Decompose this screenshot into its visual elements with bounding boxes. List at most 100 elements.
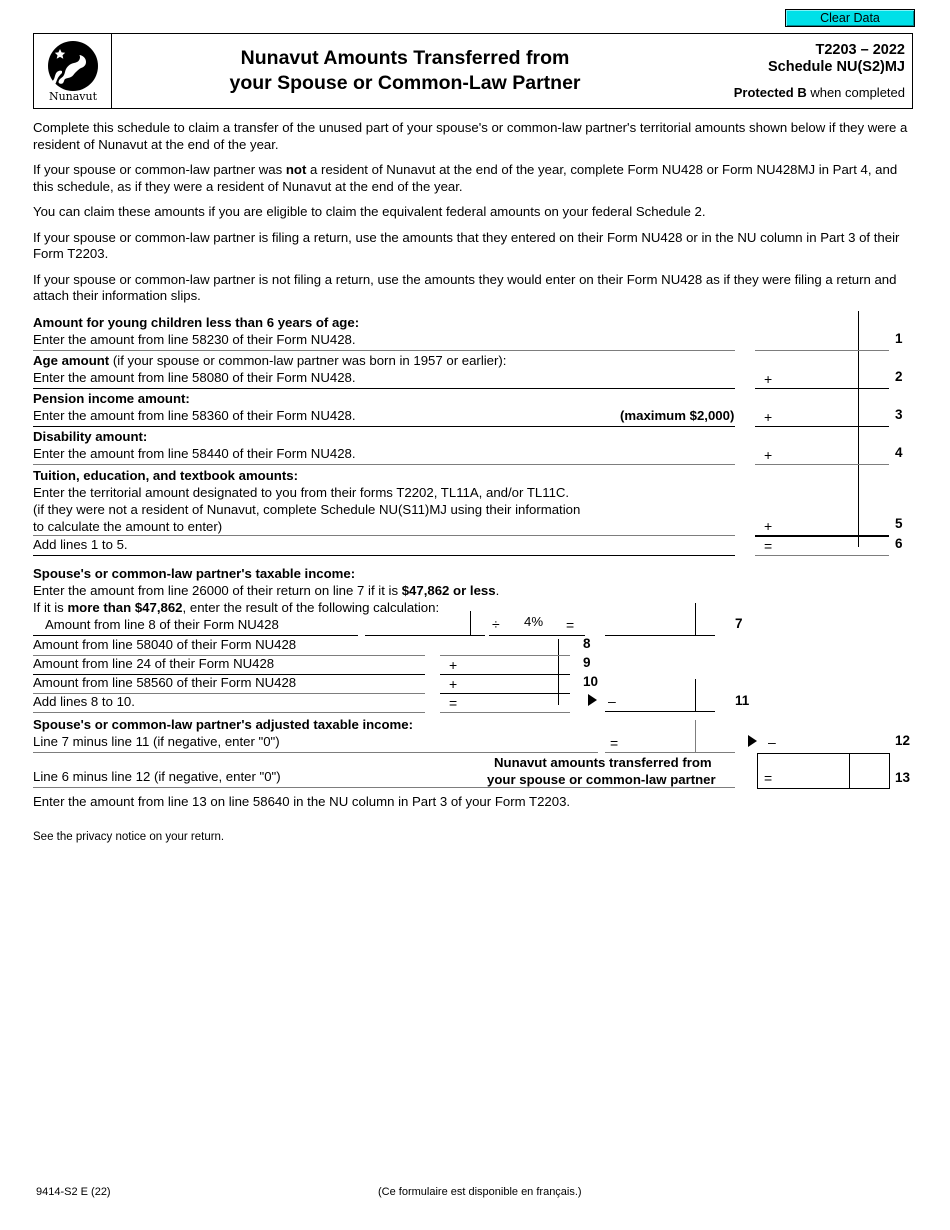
row7-rate-underline [489, 635, 585, 636]
row9-amount-input[interactable] [468, 658, 556, 674]
row13-text: Line 6 minus line 12 (if negative, enter… [33, 769, 281, 784]
row7-amount-a-input[interactable] [370, 619, 470, 635]
row4-amount-input[interactable] [782, 448, 857, 464]
row6-line-number: 6 [895, 536, 903, 551]
intro-paragraph-2: If your spouse or common-law partner was… [33, 162, 917, 195]
form-title: Nunavut Amounts Transferred from your Sp… [112, 34, 716, 108]
row12-carry-arrow-icon [748, 735, 757, 747]
protected-b-rest: when completed [806, 84, 905, 100]
schedule-code: Schedule NU(S2)MJ [768, 58, 905, 75]
row2-heading-rest: (if your spouse or common-law partner wa… [109, 353, 507, 368]
row3-amount-input[interactable] [782, 410, 857, 426]
intro-paragraph-1: Complete this schedule to claim a transf… [33, 120, 908, 152]
row13-label-line1: Nunavut amounts transferred from [494, 755, 712, 770]
row12-heading: Spouse's or common-law partner's adjuste… [33, 717, 414, 732]
row3-maximum-note: (maximum $2,000) [620, 408, 735, 423]
row4-operator: + [764, 447, 773, 463]
row1-heading: Amount for young children less than 6 ye… [33, 315, 360, 330]
row7-result-underline [605, 635, 715, 636]
row13-amount-input[interactable] [782, 770, 846, 786]
form-header: ᓄᓇᕗᑦ Nunavut Nunavut Amounts Transferred… [33, 33, 913, 109]
row1-amount-input[interactable] [755, 334, 855, 350]
rows-8-11-cents-divider [558, 639, 559, 705]
row10-amount-input[interactable] [468, 677, 556, 693]
form-page: Clear Data ᓄᓇᕗᑦ Nunavut Nunavut Amounts … [0, 0, 950, 1230]
row5-amount-underline [755, 535, 889, 537]
row5-underline [33, 535, 735, 536]
closing-instruction: Enter the amount from line 13 on line 58… [33, 794, 571, 809]
section2-sub2-a: If it is [33, 600, 68, 615]
row3-operator: + [764, 409, 773, 425]
row4-text: Enter the amount from line 58440 of thei… [33, 446, 356, 461]
row8-amount-input[interactable] [460, 639, 555, 655]
row11-amount-input[interactable] [468, 696, 556, 712]
row12-operator: = [610, 735, 619, 751]
row11-text: Add lines 8 to 10. [33, 694, 135, 709]
row7-result-input[interactable] [612, 619, 692, 635]
row5-text-2: (if they were not a resident of Nunavut,… [33, 502, 581, 517]
row2-amount-input[interactable] [782, 372, 857, 388]
section2-sub2-bold: more than $47,862 [67, 600, 183, 615]
row12-carry-input[interactable] [786, 736, 856, 752]
row3-text: Enter the amount from line 58360 of thei… [33, 408, 356, 423]
row9-operator: + [449, 657, 458, 673]
row7-divide-operator: ÷ [492, 616, 500, 632]
row5-operator: + [764, 518, 773, 534]
row12-minus-operator: – [768, 734, 776, 750]
row10-text: Amount from line 58560 of their Form NU4… [33, 675, 297, 690]
row6-amount-input[interactable] [782, 539, 857, 555]
row2-underline [33, 388, 735, 389]
protected-b-notice: Protected B when completed [734, 85, 905, 101]
row7-equals-operator: = [566, 617, 575, 633]
row4-amount-underline [755, 464, 889, 465]
row11-carry-input[interactable] [626, 695, 712, 711]
row9-amount-underline [440, 674, 570, 675]
row9-line-number: 9 [583, 655, 591, 670]
clear-data-button-wrapper: Clear Data [785, 9, 915, 27]
row2-text: Enter the amount from line 58080 of thei… [33, 370, 356, 385]
row2-operator: + [764, 371, 773, 387]
section2-sub1-c: . [495, 583, 500, 598]
row11-text-underline [33, 712, 425, 713]
row5-amount-input[interactable] [782, 519, 857, 535]
intro-p2-a: If your spouse or common-law partner was [33, 162, 286, 177]
intro-paragraph-4: If your spouse or common-law partner is … [33, 229, 900, 262]
row4-line-number: 4 [895, 445, 903, 460]
row1-text: Enter the amount from line 58230 of thei… [33, 332, 356, 347]
intro-p2-bold: not [285, 162, 307, 177]
row13-label-line2: your spouse or common-law partner [487, 772, 716, 787]
row6-operator: = [764, 538, 773, 554]
section2-sub1-bold: $47,862 or less [401, 583, 496, 598]
row12-amount-input[interactable] [630, 736, 715, 752]
row11-carry-arrow-icon [588, 694, 597, 706]
row7-cents-divider-a [470, 611, 471, 635]
row3-heading: Pension income amount: [33, 391, 190, 406]
svg-text:Nunavut: Nunavut [48, 90, 97, 103]
row8-line-number: 8 [583, 636, 591, 651]
row12-cents-divider [695, 720, 696, 752]
footer-form-id: 9414-S2 E (22) [36, 1186, 111, 1198]
row3-amount-underline [755, 426, 889, 427]
row12-line-number: 12 [895, 733, 911, 748]
row2-heading: Age amount (if your spouse or common-law… [33, 353, 506, 369]
row7-cents-divider-b [695, 603, 696, 635]
svg-text:ᓄᓇᕗᑦ: ᓄᓇᕗᑦ [64, 80, 84, 88]
form-code: T2203 – 2022 [815, 41, 906, 58]
row11-line-number: 11 [735, 693, 750, 708]
row2-line-number: 2 [895, 369, 903, 384]
row10-operator: + [449, 676, 458, 692]
row7-line-number: 7 [735, 616, 743, 631]
row8-text: Amount from line 58040 of their Form NU4… [33, 637, 297, 652]
intro-paragraph-3: You can claim these amounts if you are e… [33, 204, 706, 219]
row13-operator: = [764, 770, 773, 786]
clear-data-button[interactable]: Clear Data [785, 9, 915, 27]
section1-vertical-divider [858, 311, 859, 547]
form-title-line2: your Spouse or Common-Law Partner [229, 72, 581, 94]
row11-carry-underline [605, 711, 715, 712]
row5-heading: Tuition, education, and textbook amounts… [33, 468, 298, 483]
row2-heading-bold: Age amount [33, 353, 110, 368]
footer-french-note: (Ce formulaire est disponible en françai… [378, 1186, 582, 1198]
row13-cents-divider [849, 753, 850, 789]
row1-line-number: 1 [895, 331, 903, 346]
row5-text-3: to calculate the amount to enter) [33, 519, 223, 534]
